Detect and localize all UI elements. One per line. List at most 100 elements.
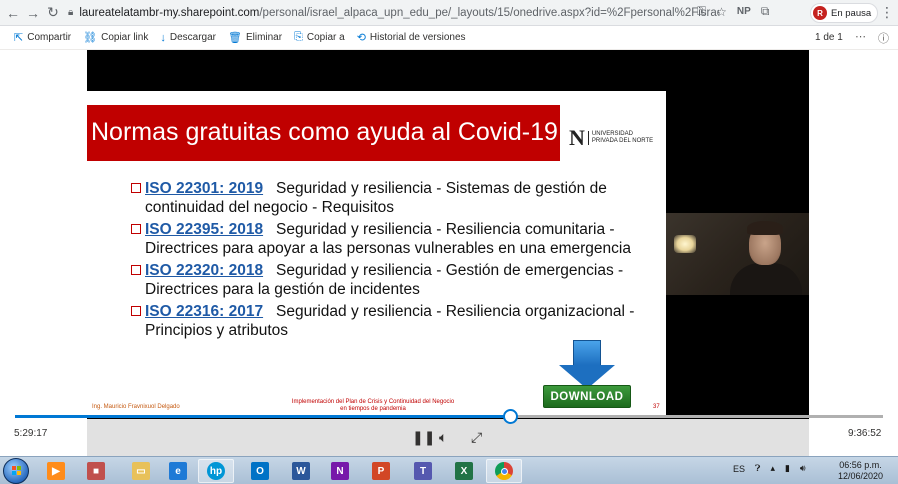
chrome-icon bbox=[495, 462, 513, 480]
extension-np[interactable]: NP bbox=[737, 6, 751, 17]
footer-line2: en tiempos de pandemia bbox=[340, 406, 406, 412]
share-label: Compartir bbox=[27, 32, 72, 43]
taskbar-powerpoint[interactable]: P bbox=[363, 459, 399, 483]
checkbox-bullet-icon bbox=[131, 224, 141, 234]
taskbar-outlook[interactable]: O bbox=[242, 459, 278, 483]
webcam-video bbox=[666, 213, 809, 295]
download-arrow-icon bbox=[573, 340, 601, 366]
download-icon: ↓ bbox=[160, 31, 166, 44]
standards-list: ISO 22301: 2019 Seguridad y resiliencia … bbox=[131, 179, 651, 343]
folder-icon: ▭ bbox=[132, 462, 150, 480]
clock-date: 12/06/2020 bbox=[838, 471, 884, 481]
red-dot bbox=[177, 157, 181, 161]
total-time: 9:36:52 bbox=[848, 428, 882, 439]
logo-line1: UNIVERSIDAD bbox=[591, 131, 633, 137]
taskbar-onenote[interactable]: N bbox=[322, 459, 358, 483]
profile-pause-button[interactable]: R En pausa bbox=[810, 3, 879, 23]
clock-time: 06:56 p.m. bbox=[839, 460, 882, 470]
fullscreen-icon[interactable]: ⤢ bbox=[471, 429, 482, 446]
slide-title-bar: Normas gratuitas como ayuda al Covid-19 bbox=[87, 105, 560, 161]
presenter-hair bbox=[747, 221, 783, 235]
taskbar-chrome[interactable] bbox=[486, 459, 522, 483]
info-icon[interactable]: ⓘ bbox=[878, 30, 889, 46]
page-count: 1 de 1 bbox=[815, 32, 843, 43]
media-player-icon: ▶ bbox=[47, 462, 65, 480]
taskbar-media-player[interactable]: ▶ bbox=[38, 459, 74, 483]
teams-icon: T bbox=[414, 462, 432, 480]
standard-link[interactable]: ISO 22320: 2018 bbox=[145, 262, 263, 279]
menu-icon[interactable]: ⋮ bbox=[880, 4, 894, 21]
hp-icon: hp bbox=[207, 462, 225, 480]
app-icon: ■ bbox=[87, 462, 105, 480]
volume-icon[interactable]: 🔈︎ bbox=[439, 429, 447, 446]
seek-handle[interactable] bbox=[503, 409, 518, 424]
taskbar-teams[interactable]: T bbox=[405, 459, 441, 483]
standard-desc: Seguridad y resiliencia - Gestión de eme… bbox=[275, 262, 624, 279]
taskbar-ie[interactable]: e bbox=[160, 459, 196, 483]
system-clock[interactable]: 06:56 p.m. 12/06/2020 bbox=[838, 460, 883, 482]
standard-desc: Seguridad y resiliencia - Resiliencia or… bbox=[275, 303, 635, 320]
url-domain: laureatelatambr-my.sharepoint.com bbox=[79, 6, 260, 19]
university-logo: N UNIVERSIDAD PRIVADA DEL NORTE bbox=[569, 123, 664, 153]
download-button[interactable]: ↓ Descargar bbox=[160, 32, 216, 44]
logo-line2: PRIVADA DEL NORTE bbox=[591, 138, 654, 144]
standard-desc-cont: Directrices para apoyar a las personas v… bbox=[145, 240, 631, 257]
avatar: R bbox=[813, 6, 827, 20]
delete-label: Eliminar bbox=[245, 32, 283, 43]
taskbar-app[interactable]: ■ bbox=[78, 459, 114, 483]
volume-icon[interactable]: 🔊︎ bbox=[800, 463, 806, 474]
browser-address-bar: ← → ↻ 🔒︎ laureatelatambr-my.sharepoint.c… bbox=[0, 0, 898, 26]
forward-icon[interactable]: → bbox=[24, 4, 42, 22]
copy-link-button[interactable]: ⛓ Copiar link bbox=[83, 31, 148, 44]
slide-page-number: 37 bbox=[653, 404, 660, 410]
excel-icon: X bbox=[455, 462, 473, 480]
extensions-icon[interactable]: ⧉ bbox=[761, 4, 770, 19]
lock-icon[interactable]: 🔒︎ bbox=[68, 7, 73, 18]
reload-icon[interactable]: ↻ bbox=[44, 4, 62, 22]
checkbox-bullet-icon bbox=[131, 265, 141, 275]
chevron-up-icon[interactable]: ▴ bbox=[770, 463, 775, 474]
copy-to-button[interactable]: ⎘ Copiar a bbox=[294, 31, 345, 44]
share-button[interactable]: ⇱ Compartir bbox=[14, 31, 71, 44]
standard-link[interactable]: ISO 22395: 2018 bbox=[145, 221, 263, 238]
standard-desc: Seguridad y resiliencia - Resiliencia co… bbox=[275, 221, 615, 238]
standard-desc: Seguridad y resiliencia - Sistemas de ge… bbox=[275, 180, 607, 197]
version-history-label: Historial de versiones bbox=[369, 32, 466, 43]
more-icon[interactable]: ⋯ bbox=[855, 30, 866, 46]
standard-desc-cont: Principios y atributos bbox=[145, 322, 289, 339]
player-controls: ❚❚ 🔈︎ ⤢ bbox=[87, 419, 809, 456]
presenter-body bbox=[730, 263, 802, 295]
internet-explorer-icon: e bbox=[169, 462, 187, 480]
star-icon[interactable]: ☆ bbox=[716, 5, 727, 19]
standard-link[interactable]: ISO 22301: 2019 bbox=[145, 180, 263, 197]
download-label: Descargar bbox=[169, 32, 216, 43]
logo-text: UNIVERSIDAD PRIVADA DEL NORTE bbox=[587, 131, 654, 145]
list-item: ISO 22301: 2019 Seguridad y resiliencia … bbox=[131, 179, 651, 217]
pause-icon[interactable]: ❚❚ bbox=[412, 429, 435, 446]
language-indicator[interactable]: ES bbox=[733, 464, 745, 474]
command-bar: ⇱ Compartir ⛓ Copiar link ↓ Descargar 🗑︎ Eli… bbox=[0, 26, 898, 50]
current-time: 5:29:17 bbox=[14, 428, 48, 439]
seek-bar-played bbox=[15, 415, 510, 418]
list-item: ISO 22395: 2018 Seguridad y resiliencia … bbox=[131, 220, 651, 258]
delete-button[interactable]: 🗑︎ Eliminar bbox=[228, 31, 282, 44]
network-icon[interactable]: ▮ bbox=[785, 463, 790, 474]
slide-title: Normas gratuitas como ayuda al Covid-19 bbox=[91, 118, 558, 146]
back-icon[interactable]: ← bbox=[4, 4, 22, 22]
help-icon[interactable]: ❓︎ bbox=[755, 463, 760, 474]
version-history-button[interactable]: ⟲ Historial de versiones bbox=[357, 31, 466, 44]
download-graphic: DOWNLOAD bbox=[543, 340, 633, 410]
taskbar-hp[interactable]: hp bbox=[198, 459, 234, 483]
link-icon: ⛓ bbox=[83, 32, 98, 44]
taskbar-word[interactable]: W bbox=[283, 459, 319, 483]
taskbar-excel[interactable]: X bbox=[446, 459, 482, 483]
standard-link[interactable]: ISO 22316: 2017 bbox=[145, 303, 263, 320]
windows-logo-icon bbox=[12, 466, 22, 476]
copy-icon: ⎘ bbox=[294, 31, 303, 43]
url-field[interactable]: laureatelatambr-my.sharepoint.com/person… bbox=[79, 7, 719, 19]
taskbar-explorer[interactable]: ▭ bbox=[123, 459, 159, 483]
list-item: ISO 22320: 2018 Seguridad y resiliencia … bbox=[131, 261, 651, 299]
key-icon[interactable]: ⚿ bbox=[697, 4, 706, 19]
start-button[interactable] bbox=[3, 458, 29, 484]
powerpoint-icon: P bbox=[372, 462, 390, 480]
